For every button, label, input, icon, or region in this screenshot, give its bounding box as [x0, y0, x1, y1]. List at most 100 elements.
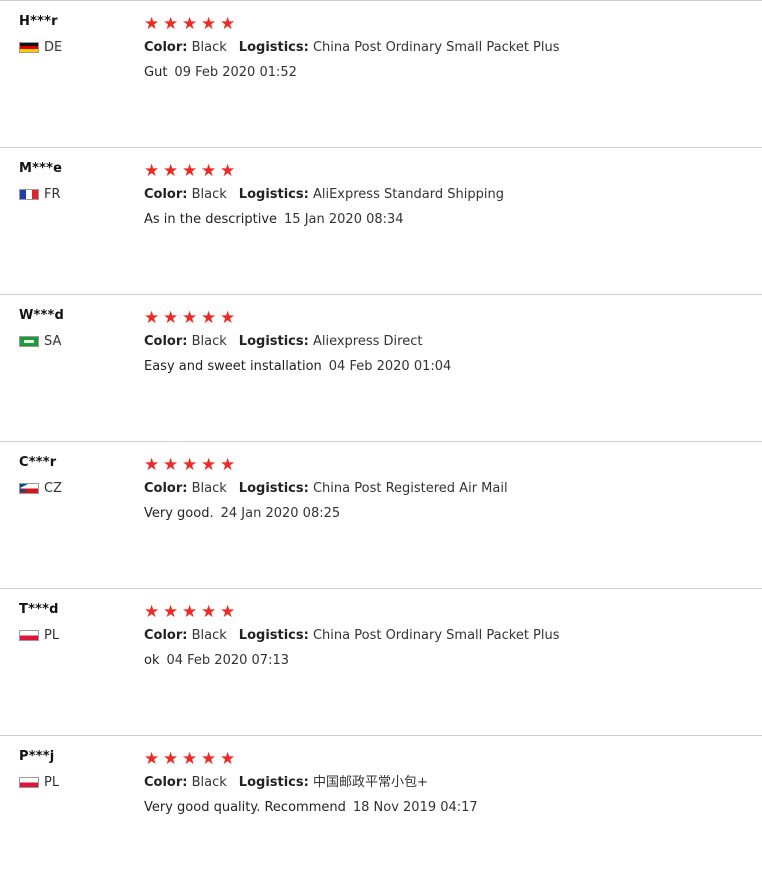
logistics-label: Logistics:	[238, 481, 309, 496]
comment-text: Easy and sweet installation	[144, 359, 322, 374]
star-rating: ★ ★ ★ ★ ★	[144, 750, 752, 768]
country-code: FR	[44, 186, 61, 202]
star-icon: ★	[220, 161, 235, 181]
country-code: PL	[44, 774, 60, 790]
country-code: DE	[44, 39, 63, 55]
star-icon: ★	[201, 602, 216, 622]
comment-text: Gut	[144, 65, 168, 80]
review-comment: Easy and sweet installation 04 Feb 2020 0…	[144, 358, 752, 376]
review-item: H***r DE ★ ★ ★ ★ ★ Color: Black Logistics: Ch…	[0, 0, 762, 147]
reviewer-info: H***r DE	[19, 13, 129, 56]
review-item: W***d SA ★ ★ ★ ★ ★ Color: Black Logistics: Al…	[0, 294, 762, 441]
review-meta: Color: Black Logistics: Aliexpress Direct	[144, 333, 752, 351]
pl-flag-icon	[19, 629, 39, 641]
color-label: Color:	[144, 40, 188, 55]
logistics-label: Logistics:	[238, 187, 309, 202]
star-icon: ★	[163, 602, 178, 622]
color-value: Black	[191, 334, 227, 349]
review-content: ★ ★ ★ ★ ★ Color: Black Logistics: China Post …	[144, 15, 752, 82]
review-content: ★ ★ ★ ★ ★ Color: Black Logistics: China Post …	[144, 456, 752, 523]
sa-flag-icon	[19, 335, 39, 347]
review-comment: Very good quality. Recommend 18 Nov 2019 …	[144, 799, 752, 817]
color-label: Color:	[144, 775, 188, 790]
reviewer-name: T***d	[19, 602, 59, 617]
review-meta: Color: Black Logistics: China Post Ordina…	[144, 627, 752, 645]
star-icon: ★	[182, 308, 197, 328]
logistics-label: Logistics:	[238, 40, 309, 55]
color-label: Color:	[144, 187, 188, 202]
comment-text: As in the descriptive	[144, 212, 278, 227]
star-rating: ★ ★ ★ ★ ★	[144, 456, 752, 474]
star-icon: ★	[201, 455, 216, 475]
comment-text: ok	[144, 653, 160, 668]
star-icon: ★	[220, 455, 235, 475]
logistics-value: 中国邮政平常小包+	[312, 775, 428, 790]
reviewer-country: DE	[19, 38, 129, 56]
reviewer-country: FR	[19, 185, 129, 203]
star-icon: ★	[144, 161, 159, 181]
star-icon: ★	[144, 749, 159, 769]
logistics-value: China Post Ordinary Small Packet Plus	[312, 40, 560, 55]
review-meta: Color: Black Logistics: China Post Regist…	[144, 480, 752, 498]
reviewer-country: CZ	[19, 479, 129, 497]
color-label: Color:	[144, 628, 188, 643]
logistics-label: Logistics:	[238, 334, 309, 349]
reviewer-country: SA	[19, 332, 129, 350]
reviewer-name: C***r	[19, 455, 57, 470]
star-icon: ★	[182, 161, 197, 181]
reviewer-name: W***d	[19, 308, 65, 323]
review-date: 04 Feb 2020 01:04	[328, 359, 452, 374]
star-icon: ★	[163, 308, 178, 328]
reviewer-info: T***d PL	[19, 601, 129, 644]
logistics-label: Logistics:	[238, 628, 309, 643]
reviewer-info: P***j PL	[19, 748, 129, 791]
review-comment: Very good. 24 Jan 2020 08:25	[144, 505, 752, 523]
color-label: Color:	[144, 334, 188, 349]
country-code: SA	[44, 333, 62, 349]
logistics-label: Logistics:	[238, 775, 309, 790]
star-rating: ★ ★ ★ ★ ★	[144, 162, 752, 180]
review-item: T***d PL ★ ★ ★ ★ ★ Color: Black Logistics: Ch…	[0, 588, 762, 735]
color-value: Black	[191, 187, 227, 202]
star-icon: ★	[220, 14, 235, 34]
fr-flag-icon	[19, 188, 39, 200]
review-meta: Color: Black Logistics: 中国邮政平常小包+	[144, 774, 752, 792]
star-icon: ★	[201, 749, 216, 769]
star-icon: ★	[163, 14, 178, 34]
review-item: C***r CZ ★ ★ ★ ★ ★ Color: Black Logistics: Ch…	[0, 441, 762, 588]
star-icon: ★	[220, 602, 235, 622]
star-icon: ★	[201, 14, 216, 34]
reviewer-country: PL	[19, 773, 129, 791]
comment-text: Very good.	[144, 506, 214, 521]
de-flag-icon	[19, 41, 39, 53]
star-icon: ★	[201, 308, 216, 328]
review-date: 24 Jan 2020 08:25	[220, 506, 341, 521]
review-comment: Gut 09 Feb 2020 01:52	[144, 64, 752, 82]
country-code: PL	[44, 627, 60, 643]
reviewer-info: C***r CZ	[19, 454, 129, 497]
review-content: ★ ★ ★ ★ ★ Color: Black Logistics: Aliexpress …	[144, 309, 752, 376]
review-meta: Color: Black Logistics: AliExpress Standa…	[144, 186, 752, 204]
review-date: 09 Feb 2020 01:52	[174, 65, 297, 80]
star-icon: ★	[182, 749, 197, 769]
star-icon: ★	[144, 602, 159, 622]
color-value: Black	[191, 628, 227, 643]
logistics-value: China Post Registered Air Mail	[312, 481, 508, 496]
review-comment: As in the descriptive 15 Jan 2020 08:34	[144, 211, 752, 229]
review-content: ★ ★ ★ ★ ★ Color: Black Logistics: AliExpress …	[144, 162, 752, 229]
star-icon: ★	[182, 455, 197, 475]
logistics-value: China Post Ordinary Small Packet Plus	[312, 628, 560, 643]
star-icon: ★	[220, 308, 235, 328]
star-icon: ★	[144, 14, 159, 34]
review-comment: ok 04 Feb 2020 07:13	[144, 652, 752, 670]
star-rating: ★ ★ ★ ★ ★	[144, 603, 752, 621]
reviewer-name: H***r	[19, 14, 58, 29]
review-item: P***j PL ★ ★ ★ ★ ★ Color: Black Logistics: 中国…	[0, 735, 762, 882]
reviewer-name: P***j	[19, 749, 55, 764]
star-icon: ★	[163, 161, 178, 181]
review-item: M***e FR ★ ★ ★ ★ ★ Color: Black Logistics: Al…	[0, 147, 762, 294]
star-rating: ★ ★ ★ ★ ★	[144, 15, 752, 33]
color-label: Color:	[144, 481, 188, 496]
star-icon: ★	[182, 14, 197, 34]
star-icon: ★	[144, 308, 159, 328]
